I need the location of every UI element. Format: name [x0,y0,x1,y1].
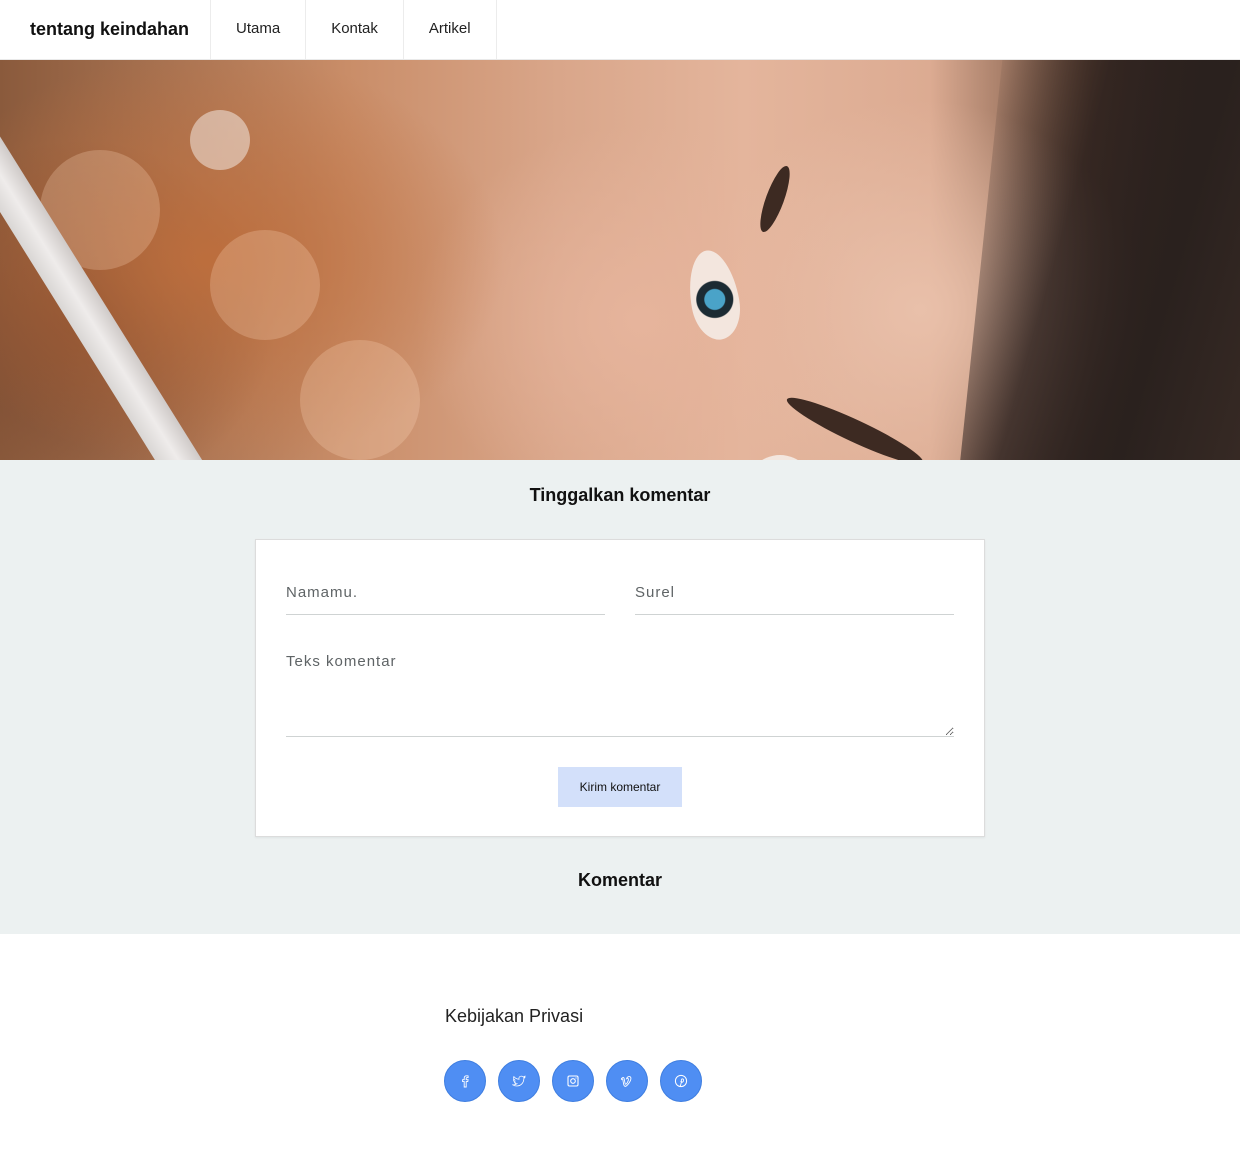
facebook-icon [462,1075,469,1088]
eye [682,246,746,344]
hair [953,60,1240,460]
eyebrow [782,389,928,460]
name-input[interactable] [286,570,605,615]
email-input[interactable] [635,570,954,615]
privacy-policy-link[interactable]: Kebijakan Privasi [445,1006,583,1027]
submit-comment-button[interactable]: Kirim komentar [558,767,682,807]
twitter-button[interactable] [498,1060,540,1102]
vimeo-button[interactable] [606,1060,648,1102]
comments-title: Komentar [577,870,662,890]
leave-comment-title: Tinggalkan komentar [529,485,711,505]
hero-image [0,60,1240,460]
eyebrow [754,163,796,235]
nav-item-kontak[interactable]: Kontak [306,0,404,59]
nav-item-artikel[interactable]: Artikel [404,0,497,59]
facebook-button[interactable] [444,1060,486,1102]
submit-wrap: Kirim komentar [286,767,954,807]
comment-form: Kirim komentar [255,539,985,837]
instagram-button[interactable] [552,1060,594,1102]
social-links [444,1060,702,1102]
pinterest-button[interactable] [660,1060,702,1102]
bokeh-light [210,230,320,340]
bokeh-light [190,110,250,170]
site-brand[interactable]: tentang keindahan [0,0,211,59]
top-navbar: tentang keindahan Utama Kontak Artikel [0,0,1240,60]
comment-textarea[interactable] [286,645,954,737]
nav-item-utama[interactable]: Utama [211,0,307,59]
vimeo-icon [621,1076,632,1087]
pinterest-icon [674,1074,688,1088]
bokeh-light [300,340,420,460]
site-footer: Kebijakan Privasi [0,934,1240,1171]
name-email-row [286,570,954,615]
comments-section: Tinggalkan komentar Kirim komentar Komen… [0,460,1240,934]
instagram-icon [567,1075,579,1087]
twitter-icon [512,1075,526,1087]
